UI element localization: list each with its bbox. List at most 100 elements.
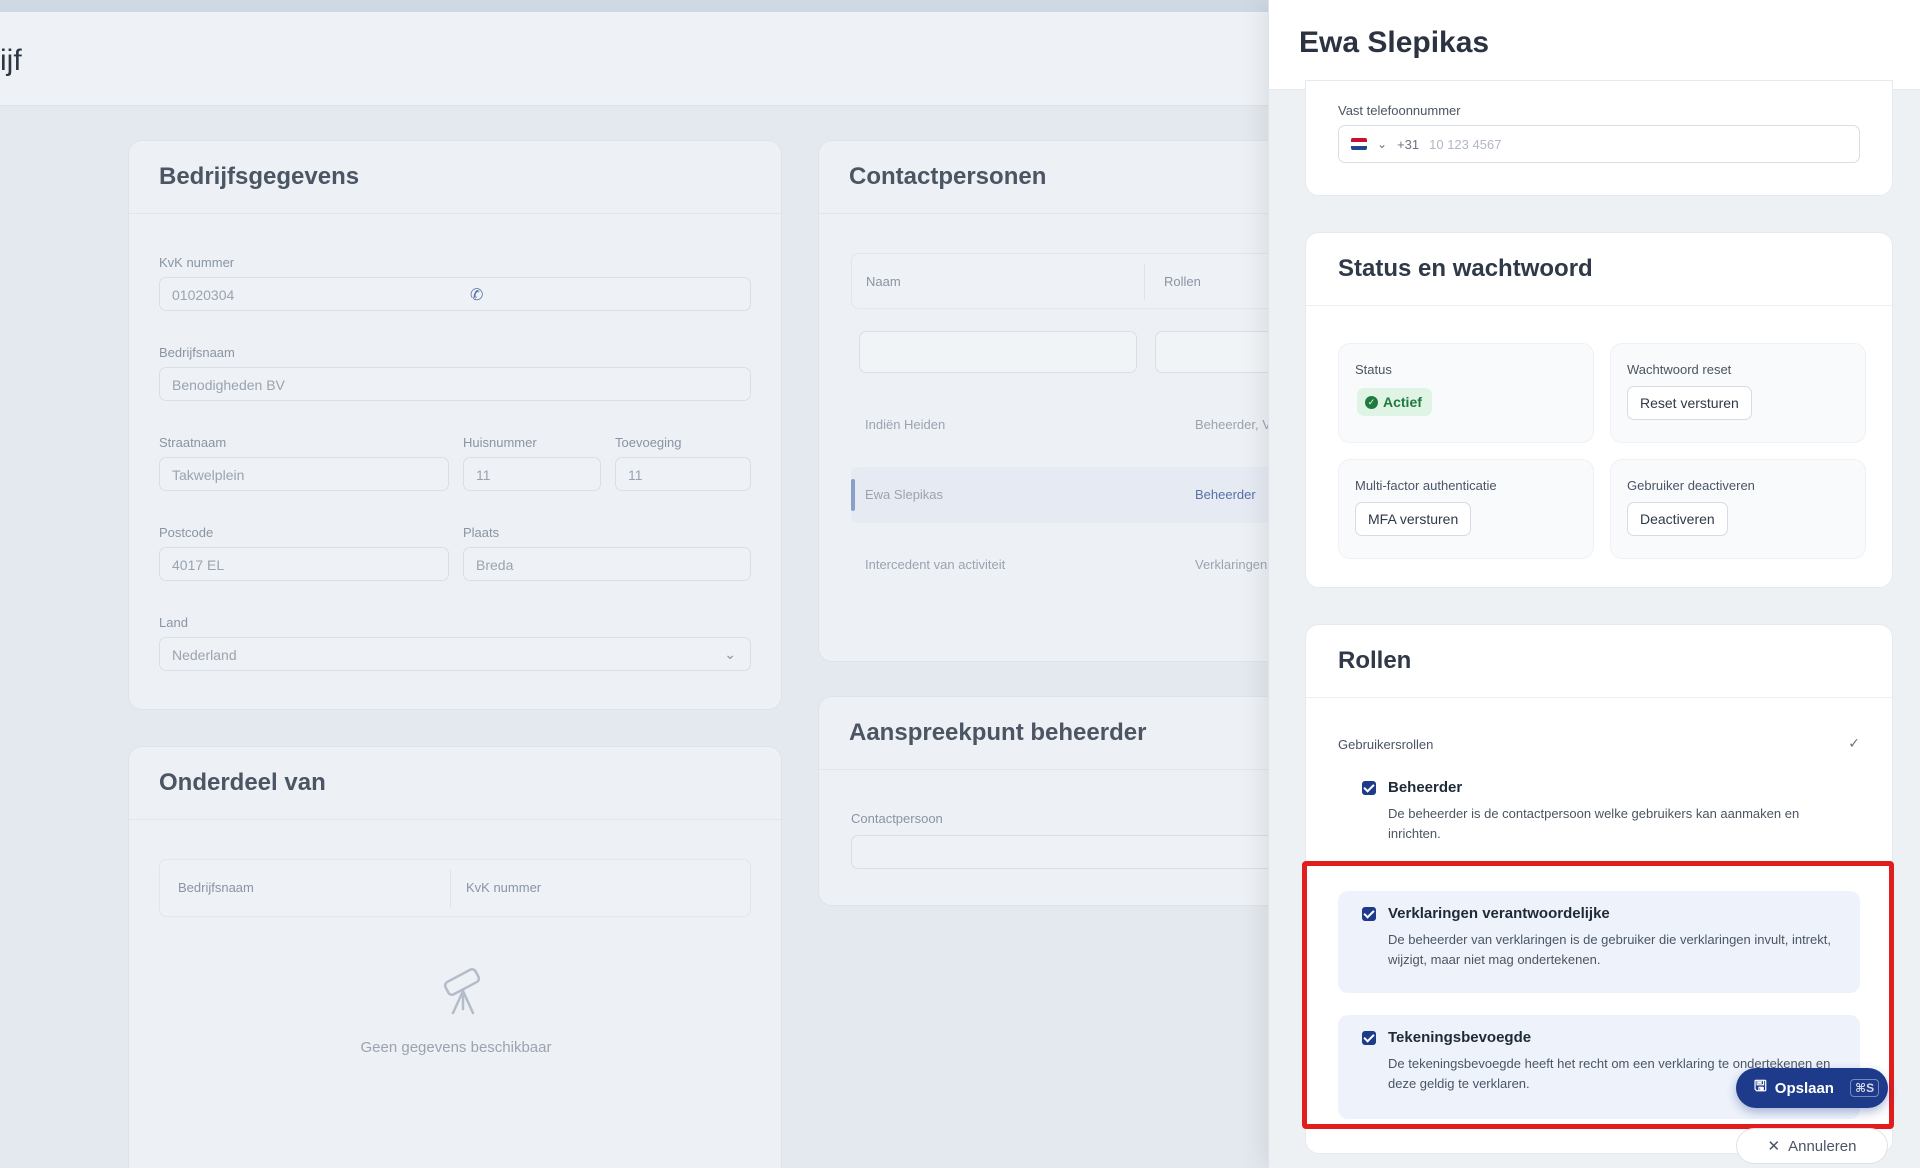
deactivate-label: Gebruiker deactiveren [1627, 478, 1755, 493]
phone-card: Vast telefoonnummer ⌄ +31 10 123 4567 [1305, 80, 1893, 196]
card-title: Bedrijfsgegevens [159, 163, 360, 190]
kvk-value: 01020304 [172, 287, 235, 303]
column-roles: Rollen [1164, 274, 1201, 289]
role-checkbox[interactable] [1362, 781, 1376, 795]
card-title: Aanspreekpunt beheerder [849, 719, 1147, 746]
contact-person-select[interactable] [851, 835, 1287, 869]
deactivate-tile: Gebruiker deactiveren Deactiveren [1610, 459, 1866, 559]
role-description: De beheerder is de contactpersoon welke … [1388, 806, 1800, 841]
status-badge: ✓ Actief [1357, 388, 1432, 416]
contacts-card: Contactpersonen Naam Rollen Indiën Heide… [818, 140, 1288, 662]
column-kvk: KvK nummer [466, 880, 542, 895]
postcode-field[interactable]: 4017 EL [159, 547, 449, 581]
company-name-label: Bedrijfsnaam [159, 345, 235, 360]
part-of-card: Onderdeel van Bedrijfsnaam KvK nummer Ge… [128, 746, 782, 1168]
role-name: Beheerder [1388, 779, 1463, 796]
phone-input[interactable]: ⌄ +31 10 123 4567 [1338, 125, 1860, 163]
role-checkbox[interactable] [1362, 1031, 1376, 1045]
company-name-field[interactable]: Benodigheden BV [159, 367, 751, 401]
panel-header: Ewa Slepikas [1269, 0, 1920, 90]
deactivate-button[interactable]: Deactiveren [1627, 502, 1728, 536]
table-row-selected[interactable]: Ewa Slepikas Beheerder [851, 467, 1287, 523]
empty-state-text: Geen gegevens beschikbaar [360, 1039, 552, 1056]
selection-indicator [851, 479, 855, 511]
city-label: Plaats [463, 525, 500, 540]
row-roles: Beheerder [1195, 487, 1256, 502]
role-checkbox[interactable] [1362, 907, 1376, 921]
chevron-down-icon: ⌄ [724, 646, 736, 662]
mfa-tile: Multi-factor authenticatie MFA versturen [1338, 459, 1594, 559]
addition-field[interactable]: 11 [615, 457, 751, 491]
row-name: Indiën Heiden [865, 417, 946, 432]
user-detail-panel: Ewa Slepikas Vast telefoonnummer ⌄ +31 1… [1268, 0, 1920, 1168]
divider [129, 819, 781, 820]
divider [1306, 697, 1892, 698]
divider [819, 769, 1287, 770]
country-select[interactable]: Nederland ⌄ [159, 637, 751, 671]
panel-title: Ewa Slepikas [1299, 26, 1490, 59]
status-password-card: Status en wachtwoord Status ✓ Actief Wac… [1305, 232, 1893, 588]
kvk-label: KvK nummer [159, 255, 235, 270]
flag-nl-icon [1351, 138, 1367, 150]
cancel-button[interactable]: ✕ Annuleren [1736, 1128, 1888, 1164]
close-icon: ✕ [1767, 1138, 1781, 1155]
column-divider [450, 870, 451, 908]
phone-placeholder: 10 123 4567 [1429, 136, 1502, 152]
company-details-card: Bedrijfsgegevens KvK nummer 01020304 ✆ B… [128, 140, 782, 710]
table-row[interactable]: Indiën Heiden Beheerder, Verk [851, 397, 1287, 453]
column-name: Naam [866, 274, 901, 289]
postcode-label: Postcode [159, 525, 214, 540]
name-filter-input[interactable] [859, 331, 1137, 373]
telescope-icon [443, 967, 481, 1015]
street-field[interactable]: Takwelplein [159, 457, 449, 491]
save-button[interactable]: 🖫 Opslaan ⌘S [1736, 1068, 1888, 1108]
card-title: Onderdeel van [159, 769, 326, 796]
country-value: Nederland [172, 647, 237, 663]
mfa-label: Multi-factor authenticatie [1355, 478, 1497, 493]
table-header: Naam Rollen [851, 253, 1287, 309]
check-circle-icon: ✓ [1365, 395, 1378, 409]
save-shortcut: ⌘S [1849, 1079, 1880, 1097]
status-tile: Status ✓ Actief [1338, 343, 1594, 443]
mfa-send-button[interactable]: MFA versturen [1355, 502, 1472, 536]
table-row[interactable]: Intercedent van activiteit Verklaringen … [851, 537, 1287, 593]
row-name: Intercedent van activiteit [865, 557, 1006, 572]
phone-label: Vast telefoonnummer [1338, 103, 1461, 118]
housenumber-field[interactable]: 11 [463, 457, 601, 491]
street-label: Straatnaam [159, 435, 227, 450]
housenumber-label: Huisnummer [463, 435, 537, 450]
status-value: Actief [1383, 394, 1422, 410]
country-label: Land [159, 615, 188, 630]
chevron-down-icon: ⌄ [1377, 137, 1388, 151]
kvk-field[interactable]: 01020304 ✆ [159, 277, 751, 311]
save-icon: 🖫 [1754, 1077, 1767, 1095]
card-title: Status en wachtwoord [1338, 255, 1593, 282]
city-field[interactable]: Breda [463, 547, 751, 581]
role-group-label: Gebruikersrollen [1338, 737, 1434, 752]
column-company-name: Bedrijfsnaam [178, 880, 254, 895]
divider [819, 213, 1287, 214]
role-description: De beheerder van verklaringen is de gebr… [1388, 932, 1831, 967]
phone-icon: ✆ [470, 287, 484, 304]
card-title: Rollen [1338, 647, 1412, 674]
phone-prefix: +31 [1397, 136, 1420, 152]
status-label: Status [1355, 362, 1392, 377]
reset-send-button[interactable]: Reset versturen [1627, 386, 1752, 420]
page-title: ijf [0, 44, 22, 77]
contact-person-label: Contactpersoon [851, 811, 943, 826]
role-item-beheerder[interactable]: Beheerder De beheerder is de contactpers… [1338, 765, 1860, 867]
row-name: Ewa Slepikas [865, 487, 944, 502]
addition-label: Toevoeging [615, 435, 682, 450]
save-label: Opslaan [1774, 1079, 1834, 1097]
password-reset-tile: Wachtwoord reset Reset versturen [1610, 343, 1866, 443]
role-name: Tekeningsbevoegde [1388, 1029, 1532, 1046]
card-title: Contactpersonen [849, 163, 1047, 190]
cancel-label: Annuleren [1788, 1137, 1857, 1155]
divider [129, 213, 781, 214]
role-name: Verklaringen verantwoordelijke [1388, 905, 1610, 922]
column-divider [1144, 264, 1145, 300]
role-item-verklaringen[interactable]: Verklaringen verantwoordelijke De beheer… [1338, 891, 1860, 993]
password-reset-label: Wachtwoord reset [1627, 362, 1732, 377]
check-icon: ✓ [1848, 735, 1860, 751]
divider [1306, 305, 1892, 306]
